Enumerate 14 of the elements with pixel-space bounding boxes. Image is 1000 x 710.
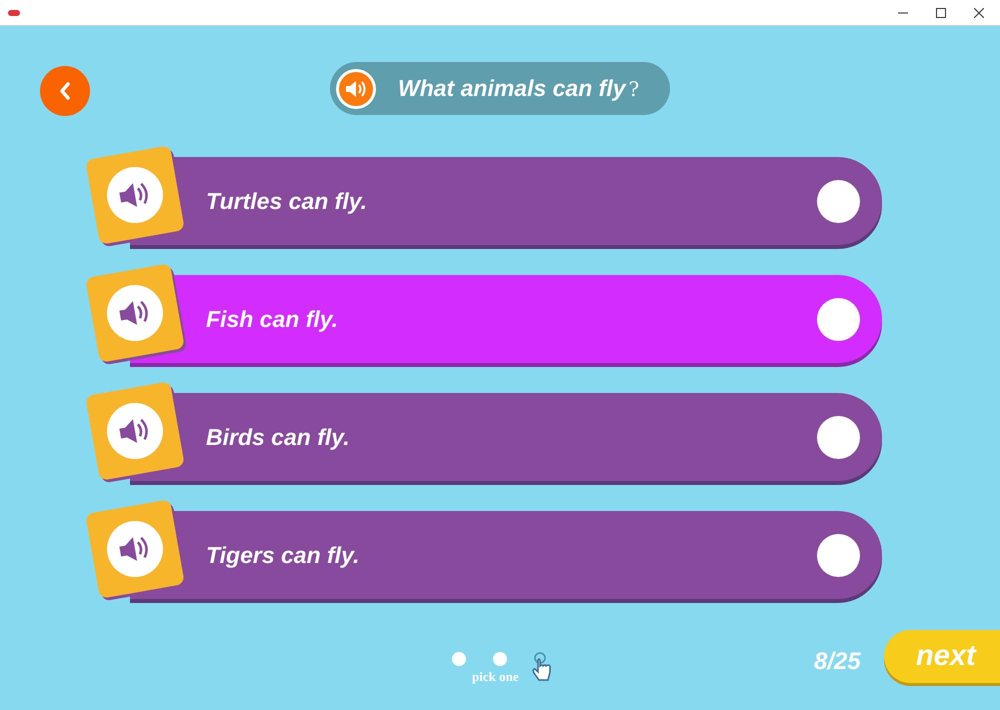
speaker-icon (345, 80, 367, 98)
question-text: What animals can fly? (398, 74, 640, 104)
progress-counter: 8/25 (814, 647, 861, 677)
app-icon (8, 10, 20, 16)
maximize-icon[interactable] (936, 8, 946, 18)
close-icon[interactable] (974, 8, 984, 18)
answer-option[interactable]: Fish can fly. (130, 275, 882, 363)
answer-option[interactable]: Turtles can fly. (130, 157, 882, 245)
answer-option[interactable]: Birds can fly. (130, 393, 882, 481)
speaker-button[interactable] (336, 68, 376, 108)
hint-text: pick one (472, 668, 519, 686)
answer-option[interactable]: Tigers can fly. (130, 511, 882, 599)
back-icon (59, 82, 71, 100)
back-button[interactable] (40, 66, 90, 116)
